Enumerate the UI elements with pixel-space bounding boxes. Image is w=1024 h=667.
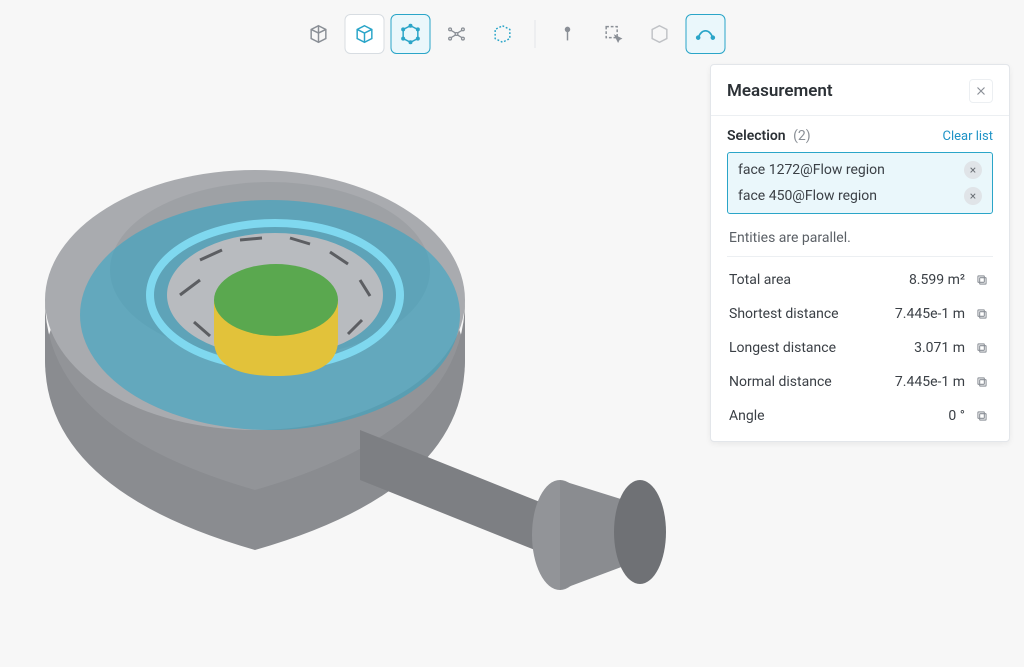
metric-value: 8.599 m² [909,272,965,288]
nodes-icon[interactable] [437,14,477,54]
copy-icon[interactable] [973,305,991,323]
selection-count: (2) [793,128,811,144]
selection-header: Selection (2) Clear list [727,128,993,144]
metric-row: Longest distance 3.071 m [727,331,993,365]
metric-label: Longest distance [729,340,836,356]
metric-label: Total area [729,272,791,288]
box-select-icon[interactable] [391,14,431,54]
metric-row: Total area 8.599 m² [727,263,993,297]
shaded-cube-icon[interactable] [299,14,339,54]
selection-item-label: face 450@Flow region [738,188,877,204]
marquee-select-icon[interactable] [594,14,634,54]
metric-row: Angle 0 ° [727,399,993,433]
selection-item-label: face 1272@Flow region [738,162,885,178]
measurement-panel: Measurement Selection (2) Clear list fac… [710,64,1010,442]
metric-row: Normal distance 7.445e-1 m [727,365,993,399]
copy-icon[interactable] [973,271,991,289]
selection-item[interactable]: face 1272@Flow region × [734,157,986,183]
parallel-note: Entities are parallel. [727,224,993,257]
view-toolbar [299,14,726,54]
pin-icon[interactable] [548,14,588,54]
remove-selection-icon[interactable]: × [964,187,982,205]
panel-body: Selection (2) Clear list face 1272@Flow … [711,116,1009,441]
copy-icon[interactable] [973,373,991,391]
copy-icon[interactable] [973,407,991,425]
selection-item[interactable]: face 450@Flow region × [734,183,986,209]
metric-label: Normal distance [729,374,832,390]
metric-value: 0 ° [948,408,965,424]
toolbar-separator [535,20,536,48]
metric-label: Shortest distance [729,306,839,322]
panel-header: Measurement [711,65,1009,116]
close-icon[interactable] [969,79,993,103]
copy-icon[interactable] [973,339,991,357]
clear-list-link[interactable]: Clear list [942,129,993,144]
panel-title: Measurement [727,81,833,101]
wire-cube-icon[interactable] [345,14,385,54]
measure-icon[interactable] [686,14,726,54]
metric-row: Shortest distance 7.445e-1 m [727,297,993,331]
metric-label: Angle [729,408,765,424]
transparent-cube-icon[interactable] [483,14,523,54]
metric-value: 7.445e-1 m [895,374,965,390]
selection-box: face 1272@Flow region × face 450@Flow re… [727,152,993,214]
remove-selection-icon[interactable]: × [964,161,982,179]
selection-label: Selection [727,128,786,144]
hidden-cube-icon[interactable] [640,14,680,54]
metric-value: 3.071 m [914,340,965,356]
app-root: Measurement Selection (2) Clear list fac… [0,0,1024,667]
metric-value: 7.445e-1 m [895,306,965,322]
